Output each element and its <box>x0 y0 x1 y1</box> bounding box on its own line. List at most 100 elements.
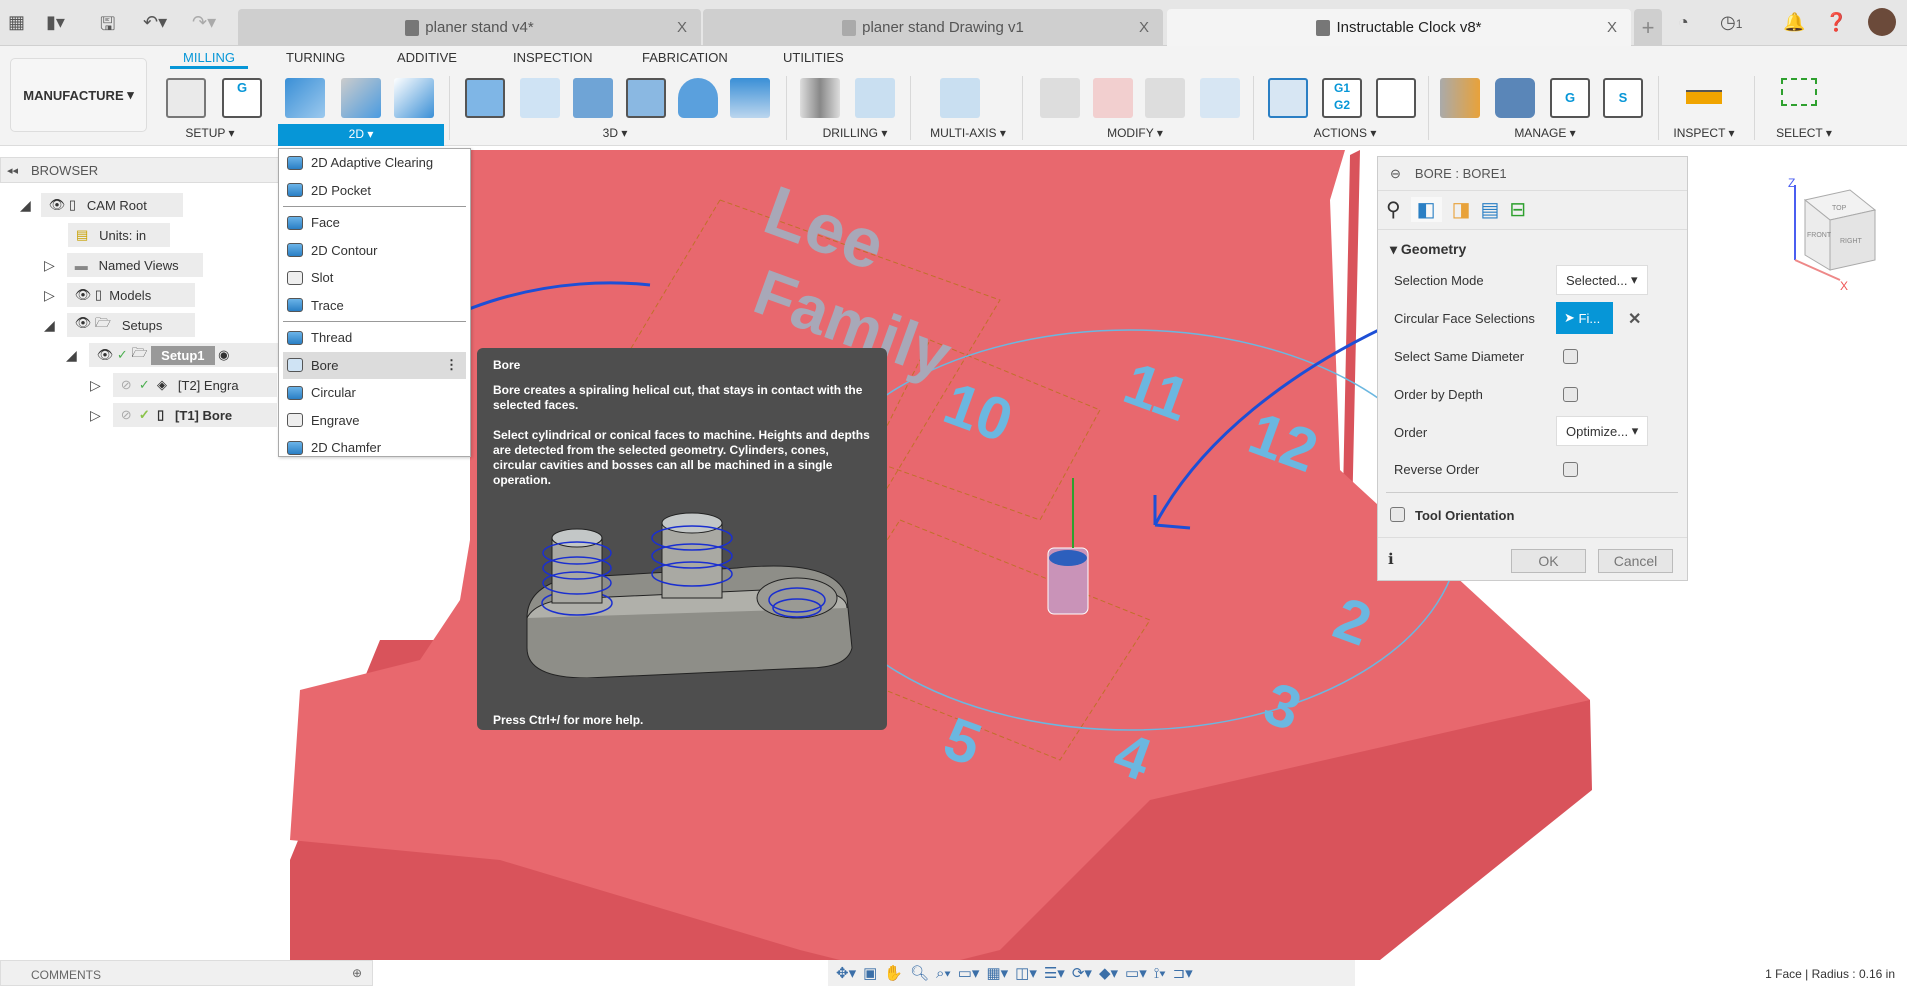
undo-icon[interactable]: ↶▾ <box>143 12 167 33</box>
tab-milling[interactable]: MILLING <box>183 50 235 65</box>
3d-contour-icon[interactable] <box>626 78 666 118</box>
menu-item-engrave[interactable]: Engrave <box>279 407 470 435</box>
zoom-icon[interactable]: 🔍︎ <box>910 964 929 982</box>
3d-radial-icon[interactable] <box>730 78 770 118</box>
offline-icon[interactable]: ◔ <box>1678 12 1689 33</box>
group-inspect[interactable]: INSPECT ▾ <box>1664 126 1744 140</box>
tab-linking-icon[interactable]: ⊟ <box>1509 197 1526 222</box>
avatar[interactable] <box>1868 8 1896 36</box>
section-tool-orientation[interactable]: Tool Orientation <box>1415 508 1514 523</box>
tree-node-engrave[interactable]: ⊘ ✓ ◈ [T2] Engra <box>112 373 277 397</box>
visual-style-icon[interactable]: ◆▾ <box>1099 964 1118 982</box>
expand-triangle[interactable]: ▷ <box>90 377 101 394</box>
cancel-button[interactable]: Cancel <box>1598 549 1673 573</box>
comments-panel[interactable]: COMMENTS ⊕ <box>0 960 373 986</box>
close-icon[interactable]: X <box>1139 19 1149 36</box>
clear-selection-icon[interactable]: ✕ <box>1628 309 1641 329</box>
viewports-icon[interactable]: ◫▾ <box>1015 964 1037 982</box>
group-multi-axis[interactable]: MULTI-AXIS ▾ <box>918 126 1018 140</box>
viewcube-top[interactable]: TOP <box>1832 205 1847 212</box>
help-icon[interactable]: ❓ <box>1825 12 1847 33</box>
simulate-icon[interactable] <box>1268 78 1308 118</box>
tree-node-units[interactable]: ▤ Units: in <box>68 223 170 247</box>
menu-item-face[interactable]: Face <box>279 209 470 237</box>
multi-axis-icon[interactable] <box>940 78 980 118</box>
grid-icon[interactable]: ▦ <box>8 12 25 33</box>
tree-node-setups[interactable]: 👁 🗁 Setups <box>66 313 195 337</box>
group-2d[interactable]: 2D ▾ <box>278 124 444 146</box>
menu-item-thread[interactable]: Thread <box>279 324 470 352</box>
clear-toolpath-icon[interactable] <box>1093 78 1133 118</box>
nc-program-icon[interactable]: G <box>222 78 262 118</box>
close-icon[interactable]: X <box>677 19 687 36</box>
viewcube[interactable]: Z X TOP FRONT RIGHT <box>1780 175 1890 290</box>
tool-library-icon[interactable] <box>1440 78 1480 118</box>
3d-adaptive-icon[interactable] <box>465 78 505 118</box>
doc-tab[interactable]: planer stand Drawing v1 X <box>703 9 1163 46</box>
collapse-icon[interactable]: ◂◂ <box>7 164 18 177</box>
expand-triangle[interactable]: ▷ <box>44 287 55 304</box>
display-settings-icon[interactable]: ▭▾ <box>958 964 980 982</box>
redo-icon[interactable]: ↷▾ <box>192 12 216 33</box>
group-select[interactable]: SELECT ▾ <box>1764 126 1844 140</box>
section-geometry[interactable]: ▾ Geometry <box>1390 241 1466 258</box>
setup-sheet-icon[interactable] <box>1376 78 1416 118</box>
close-icon[interactable]: X <box>1607 19 1617 36</box>
tree-node-setup1[interactable]: 👁 ✓ 🗁 Setup1 ◉ <box>88 343 279 367</box>
3d-parallel-icon[interactable] <box>573 78 613 118</box>
2d-contour-icon[interactable] <box>394 78 434 118</box>
more-options-icon[interactable]: ⋮ <box>445 357 458 373</box>
tab-utilities[interactable]: UTILITIES <box>783 50 844 65</box>
ok-button[interactable]: OK <box>1511 549 1586 573</box>
expand-triangle[interactable]: ◢ <box>44 317 55 334</box>
doc-tab-active[interactable]: Instructable Clock v8* X <box>1167 9 1631 46</box>
menu-item-2d-contour[interactable]: 2D Contour <box>279 237 470 265</box>
group-manage[interactable]: MANAGE ▾ <box>1490 126 1600 140</box>
move-entry-icon[interactable] <box>1200 78 1240 118</box>
group-modify[interactable]: MODIFY ▾ <box>1080 126 1190 140</box>
tree-node-named-views[interactable]: ▬ Named Views <box>66 253 203 277</box>
tab-passes-icon[interactable]: ▤ <box>1480 197 1499 222</box>
expand-triangle[interactable]: ◢ <box>20 197 31 214</box>
expand-triangle[interactable]: ▷ <box>44 257 55 274</box>
window-select-icon[interactable] <box>1781 78 1817 106</box>
save-icon[interactable]: 🖫 <box>100 12 115 42</box>
select-same-diameter-checkbox[interactable] <box>1563 349 1578 364</box>
zoom-window-icon[interactable]: ⌕▾ <box>936 965 951 982</box>
measure-icon[interactable] <box>1686 90 1722 104</box>
tab-geometry-icon[interactable]: ◧ <box>1410 197 1442 222</box>
browser-header[interactable]: ◂◂ BROWSER <box>0 157 290 183</box>
doc-tab[interactable]: planer stand v4* X <box>238 9 701 46</box>
orbit-icon[interactable]: ✥▾ <box>836 964 856 982</box>
group-drilling[interactable]: DRILLING ▾ <box>800 126 910 140</box>
viewcube-right[interactable]: RIGHT <box>1840 238 1863 245</box>
tree-node-cam-root[interactable]: 👁 ▯ CAM Root <box>40 193 183 217</box>
info-icon[interactable]: ℹ <box>1388 550 1394 568</box>
group-setup[interactable]: SETUP ▾ <box>170 126 250 140</box>
menu-item-trace[interactable]: Trace <box>279 292 470 320</box>
drill-icon[interactable] <box>800 78 840 118</box>
tab-heights-icon[interactable]: ◨ <box>1452 197 1471 222</box>
viewcube-front[interactable]: FRONT <box>1807 232 1832 239</box>
tool-display-icon[interactable]: ⟟▾ <box>1154 965 1166 982</box>
tree-node-models[interactable]: 👁 ▯ Models <box>66 283 195 307</box>
hole-recognition-icon[interactable] <box>855 78 895 118</box>
file-icon[interactable]: ▮▾ <box>46 12 65 33</box>
section-icon[interactable]: ☰▾ <box>1044 964 1065 982</box>
menu-item-2d-chamfer[interactable]: 2D Chamfer <box>279 434 470 462</box>
order-select[interactable]: Optimize... ▾ <box>1556 416 1648 446</box>
order-by-depth-checkbox[interactable] <box>1563 387 1578 402</box>
pan-icon[interactable]: ✋ <box>884 964 903 982</box>
tree-node-bore[interactable]: ⊘ ✓ ▯ [T1] Bore <box>112 403 277 427</box>
environment-icon[interactable]: ▭▾ <box>1125 964 1147 982</box>
minimize-icon[interactable]: ⊖ <box>1390 166 1401 182</box>
workspace-switcher[interactable]: MANUFACTURE ▾ <box>10 58 147 132</box>
menu-item-slot[interactable]: Slot <box>279 264 470 292</box>
group-actions[interactable]: ACTIONS ▾ <box>1290 126 1400 140</box>
3d-scallop-icon[interactable] <box>678 78 718 118</box>
2d-adaptive-icon[interactable] <box>285 78 325 118</box>
reverse-order-checkbox[interactable] <box>1563 462 1578 477</box>
stock-display-icon[interactable]: ⊐▾ <box>1173 964 1193 982</box>
tool-orientation-checkbox[interactable] <box>1390 507 1405 522</box>
tool-orientation-icon[interactable] <box>1145 78 1185 118</box>
